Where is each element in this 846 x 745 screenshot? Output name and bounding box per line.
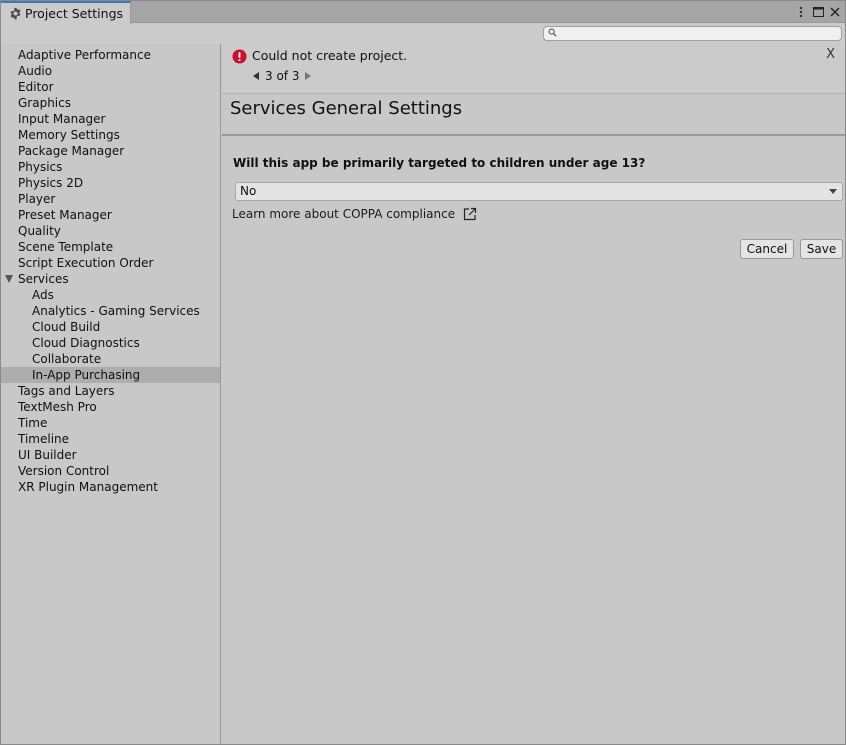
page-title: Services General Settings <box>230 98 463 119</box>
toolbar <box>1 24 845 44</box>
sidebar-item-physics-2d[interactable]: Physics 2D <box>1 175 220 191</box>
sidebar-item-physics[interactable]: Physics <box>1 159 220 175</box>
cancel-button[interactable]: Cancel <box>740 239 794 259</box>
sidebar-item-label: Physics <box>18 160 63 174</box>
coppa-dropdown-value: No <box>240 184 257 198</box>
sidebar-item-player[interactable]: Player <box>1 191 220 207</box>
sidebar-item-label: Preset Manager <box>18 208 112 222</box>
sidebar-item-label: Quality <box>18 224 61 238</box>
window-title: Project Settings <box>25 6 124 21</box>
search-icon <box>548 28 558 38</box>
sidebar-item-label: Time <box>18 416 48 430</box>
sidebar-item-label: Player <box>18 192 56 206</box>
settings-main-panel: Could not create project. X 3 of 3 Servi… <box>222 44 845 744</box>
sidebar-item-label: Collaborate <box>32 352 102 366</box>
sidebar-item-label: Physics 2D <box>18 176 84 190</box>
title-bar: Project Settings <box>1 1 845 24</box>
notification-pager: 3 of 3 <box>253 69 312 83</box>
sidebar-item-quality[interactable]: Quality <box>1 223 220 239</box>
sidebar-item-label: Cloud Diagnostics <box>32 336 140 350</box>
sidebar-item-label: Ads <box>32 288 54 302</box>
project-settings-window: Project Settings Adaptive Performance Aud… <box>0 0 846 745</box>
notification-page-count: 3 of 3 <box>265 69 300 83</box>
sidebar-item-graphics[interactable]: Graphics <box>1 95 220 111</box>
sidebar-item-label: Cloud Build <box>32 320 101 334</box>
settings-sidebar: Adaptive Performance Audio Editor Graphics I… <box>1 44 221 744</box>
sidebar-item-label: Script Execution Order <box>18 256 154 270</box>
sidebar-item-label: TextMesh Pro <box>18 400 97 414</box>
sidebar-item-cloud-diagnostics[interactable]: Cloud Diagnostics <box>1 335 220 351</box>
window-controls <box>795 4 841 20</box>
sidebar-item-collaborate[interactable]: Collaborate <box>1 351 220 367</box>
section-header: Services General Settings <box>222 95 845 136</box>
sidebar-item-label: Package Manager <box>18 144 125 158</box>
external-link-icon <box>463 207 477 221</box>
coppa-question-label: Will this app be primarily targeted to c… <box>233 156 646 170</box>
coppa-dropdown[interactable]: No <box>235 182 843 201</box>
error-icon <box>232 49 247 64</box>
sidebar-item-label: Adaptive Performance <box>18 48 151 62</box>
sidebar-item-input-manager[interactable]: Input Manager <box>1 111 220 127</box>
sidebar-item-xr-plugin-management[interactable]: XR Plugin Management <box>1 479 220 495</box>
sidebar-item-label: Audio <box>18 64 53 78</box>
sidebar-item-ads[interactable]: Ads <box>1 287 220 303</box>
sidebar-item-package-manager[interactable]: Package Manager <box>1 143 220 159</box>
learn-more-label: Learn more about COPPA compliance <box>232 207 456 221</box>
sidebar-item-label: Memory Settings <box>18 128 120 142</box>
sidebar-item-version-control[interactable]: Version Control <box>1 463 220 479</box>
notification-message: Could not create project. <box>252 48 408 63</box>
sidebar-item-preset-manager[interactable]: Preset Manager <box>1 207 220 223</box>
sidebar-item-label: Timeline <box>18 432 70 446</box>
sidebar-item-label: Version Control <box>18 464 110 478</box>
sidebar-item-label: Tags and Layers <box>18 384 115 398</box>
gear-icon <box>8 7 22 21</box>
sidebar-item-label: Editor <box>18 80 54 94</box>
sidebar-item-label: Services <box>18 272 69 286</box>
sidebar-item-cloud-build[interactable]: Cloud Build <box>1 319 220 335</box>
sidebar-item-memory-settings[interactable]: Memory Settings <box>1 127 220 143</box>
more-vert-icon[interactable] <box>795 4 807 20</box>
sidebar-item-label: XR Plugin Management <box>18 480 158 494</box>
close-icon[interactable] <box>829 4 841 20</box>
sidebar-item-services[interactable]: Services <box>1 271 220 287</box>
sidebar-item-timeline[interactable]: Timeline <box>1 431 220 447</box>
sidebar-item-label: UI Builder <box>18 448 77 462</box>
sidebar-item-textmesh-pro[interactable]: TextMesh Pro <box>1 399 220 415</box>
search-field[interactable] <box>543 26 842 41</box>
sidebar-item-audio[interactable]: Audio <box>1 63 220 79</box>
notification-close-button[interactable]: X <box>826 47 835 62</box>
save-button[interactable]: Save <box>800 239 843 259</box>
sidebar-item-label: In-App Purchasing <box>32 368 141 382</box>
sidebar-item-script-execution-order[interactable]: Script Execution Order <box>1 255 220 271</box>
window-tab[interactable]: Project Settings <box>1 1 131 24</box>
sidebar-item-tags-and-layers[interactable]: Tags and Layers <box>1 383 220 399</box>
sidebar-item-ui-builder[interactable]: UI Builder <box>1 447 220 463</box>
sidebar-item-label: Graphics <box>18 96 71 110</box>
sidebar-item-in-app-purchasing[interactable]: In-App Purchasing <box>1 367 220 383</box>
chevron-down-icon <box>829 189 837 194</box>
sidebar-item-label: Scene Template <box>18 240 114 254</box>
sidebar-item-analytics-gaming-services[interactable]: Analytics - Gaming Services <box>1 303 220 319</box>
learn-more-link[interactable]: Learn more about COPPA compliance <box>232 207 477 221</box>
expand-arrow-icon[interactable] <box>5 275 13 283</box>
search-input[interactable] <box>562 27 841 40</box>
maximize-icon[interactable] <box>812 4 824 20</box>
previous-arrow-icon[interactable] <box>253 72 259 80</box>
notification-bar: Could not create project. X 3 of 3 <box>222 44 845 94</box>
sidebar-item-adaptive-performance[interactable]: Adaptive Performance <box>1 47 220 63</box>
next-arrow-icon[interactable] <box>305 72 312 80</box>
sidebar-item-editor[interactable]: Editor <box>1 79 220 95</box>
sidebar-item-label: Input Manager <box>18 112 106 126</box>
sidebar-item-time[interactable]: Time <box>1 415 220 431</box>
sidebar-item-scene-template[interactable]: Scene Template <box>1 239 220 255</box>
sidebar-item-label: Analytics - Gaming Services <box>32 304 200 318</box>
